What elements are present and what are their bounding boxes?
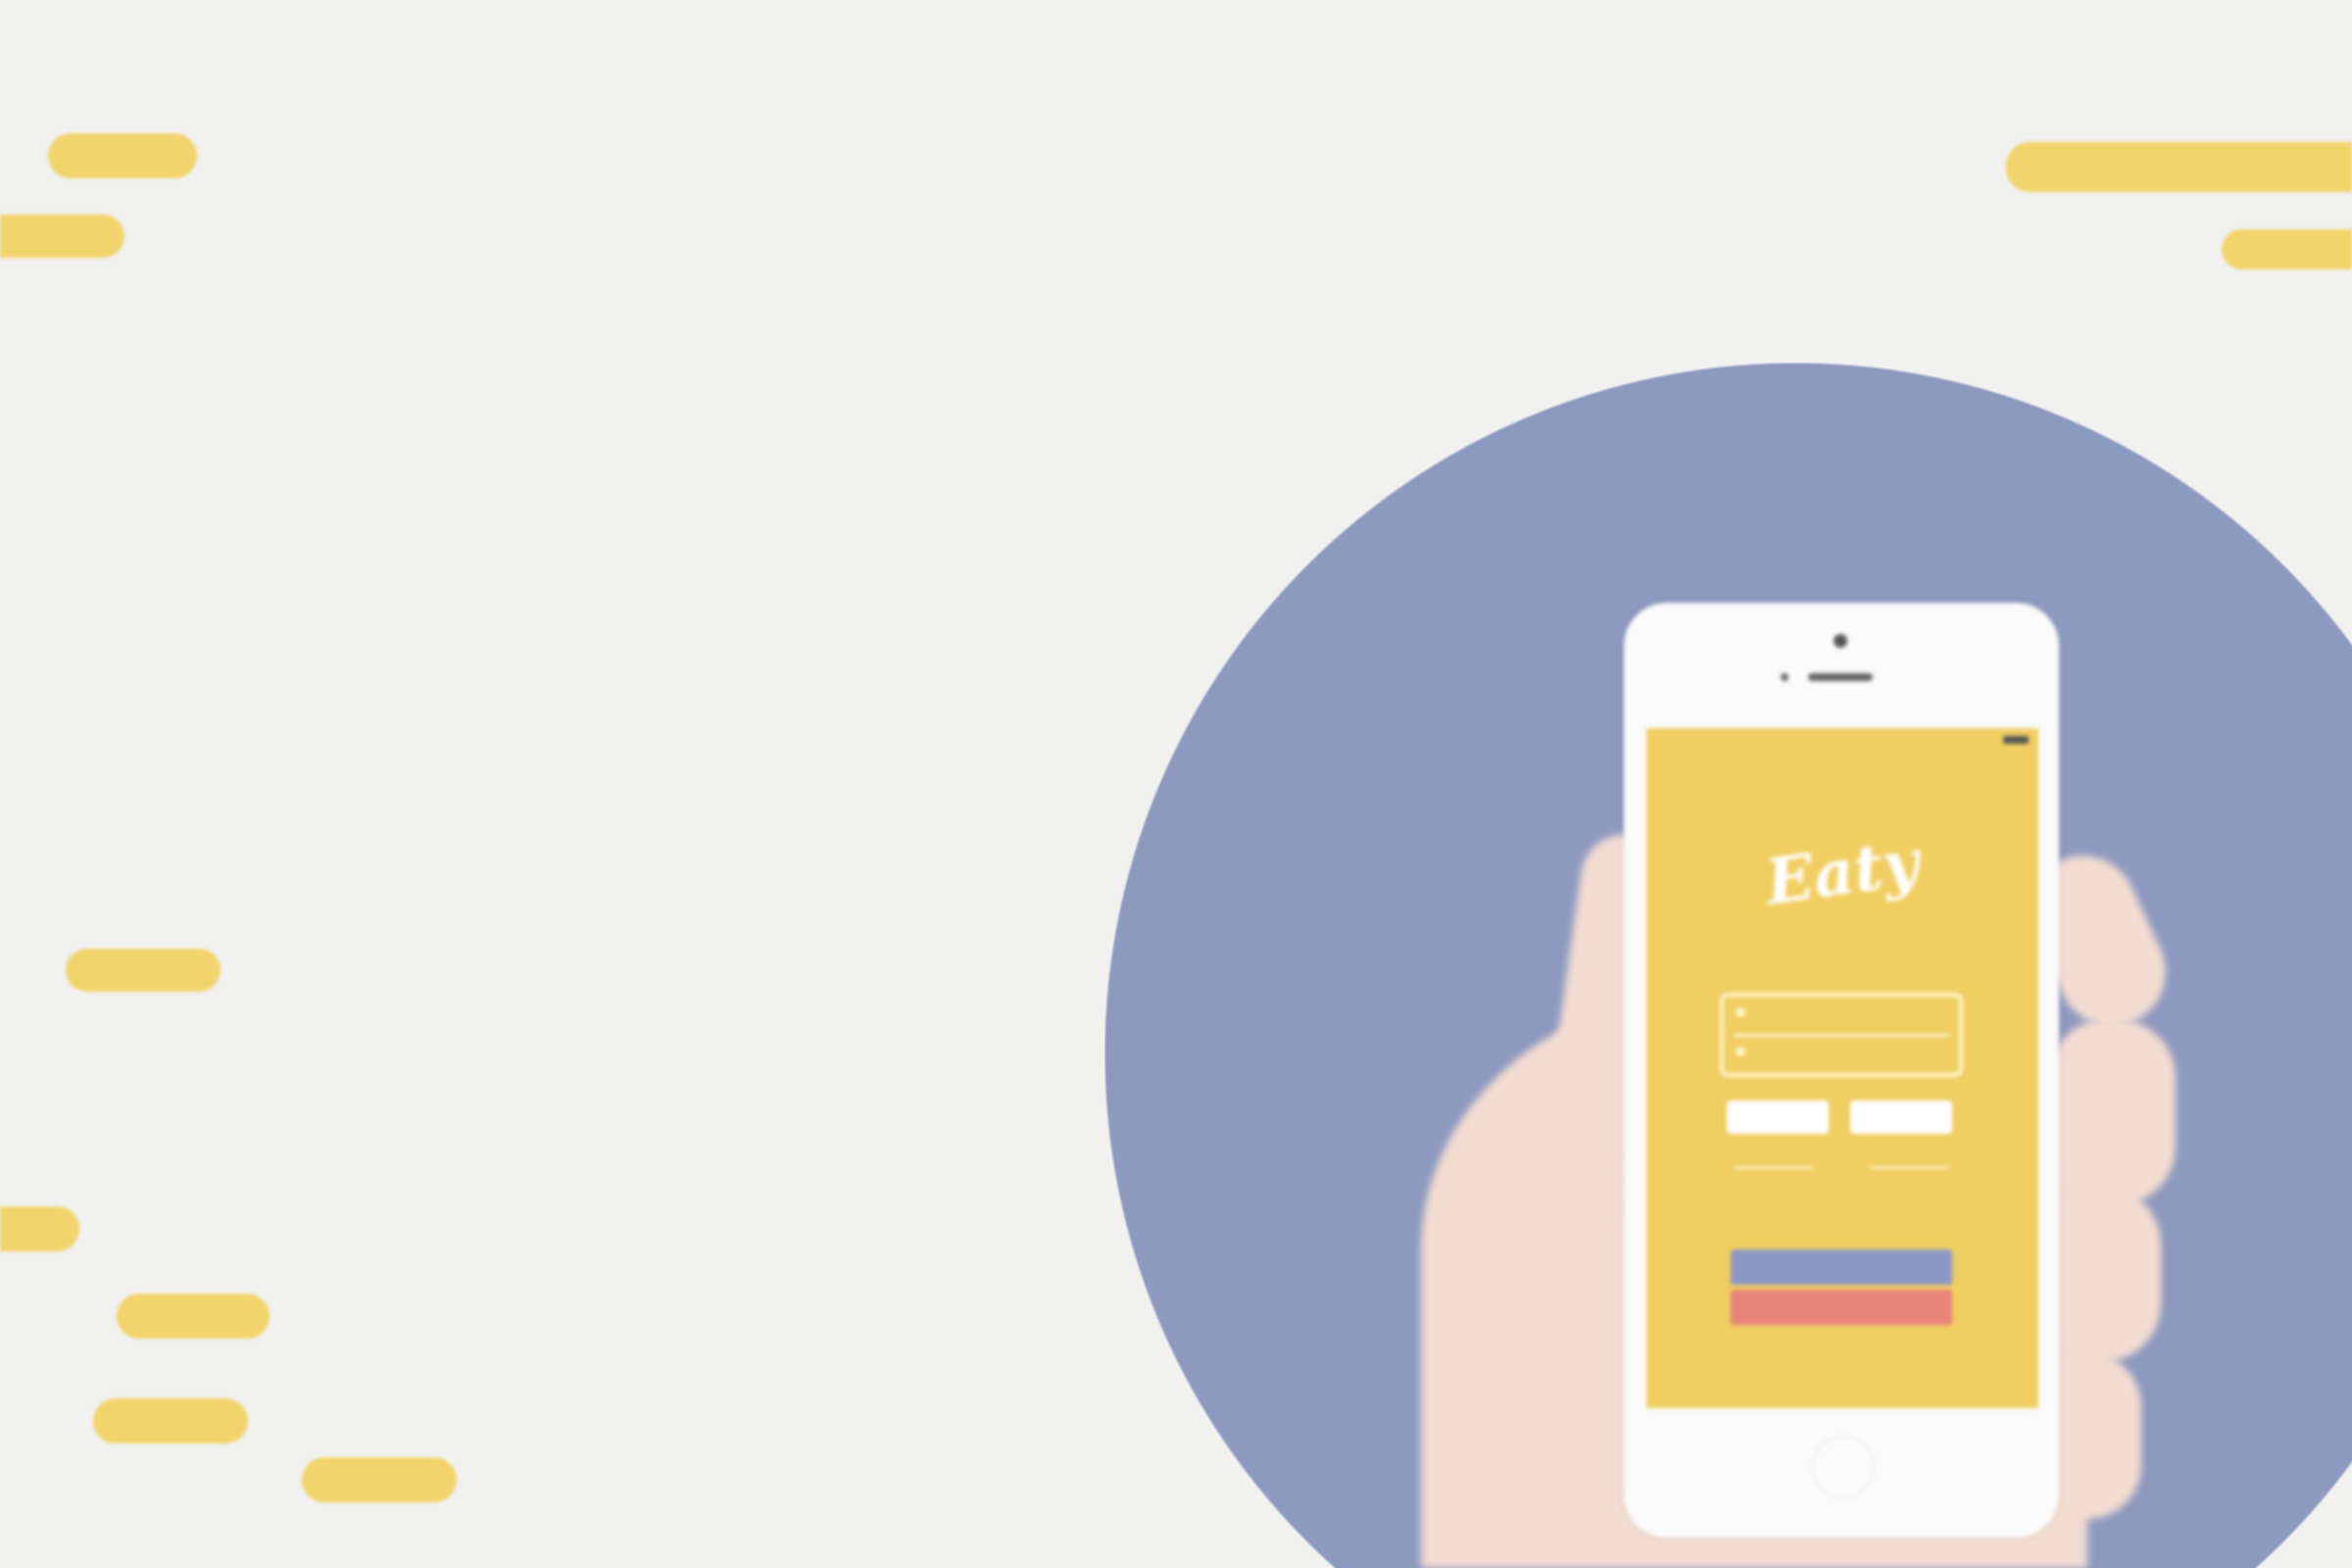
camera-icon [1834, 634, 1847, 648]
decor-bar [2222, 229, 2352, 270]
field-divider [1734, 1034, 1949, 1037]
decor-bar [93, 1398, 248, 1444]
user-icon [1736, 1006, 1745, 1017]
speaker-icon [1808, 673, 1873, 681]
decor-bar [302, 1457, 457, 1502]
facebook-login-button[interactable] [1731, 1250, 1952, 1285]
divider [1870, 1166, 1948, 1169]
sensor-icon [1781, 673, 1788, 681]
status-bar [1656, 734, 2029, 746]
decor-bar [66, 949, 220, 992]
username-field[interactable] [1736, 1006, 1755, 1017]
decor-bar [2006, 142, 2352, 192]
decor-bar [0, 215, 124, 258]
divider [1735, 1166, 1813, 1169]
login-button[interactable] [1727, 1101, 1829, 1134]
home-button[interactable] [1812, 1436, 1875, 1498]
decor-bar [117, 1294, 270, 1339]
hand-finger [2043, 1186, 2161, 1362]
app-logo: Eaty [1761, 825, 1924, 920]
lock-icon [1736, 1046, 1745, 1056]
login-fields [1720, 993, 1963, 1077]
hand-finger [2048, 1019, 2176, 1205]
phone: Eaty [1624, 603, 2059, 1538]
decor-bar [48, 133, 197, 178]
google-login-button[interactable] [1731, 1290, 1952, 1325]
signup-button[interactable] [1850, 1101, 1952, 1134]
phone-screen: Eaty [1646, 728, 2038, 1408]
decor-bar [0, 1206, 79, 1251]
battery-icon [2003, 736, 2029, 744]
password-field[interactable] [1736, 1046, 1755, 1056]
